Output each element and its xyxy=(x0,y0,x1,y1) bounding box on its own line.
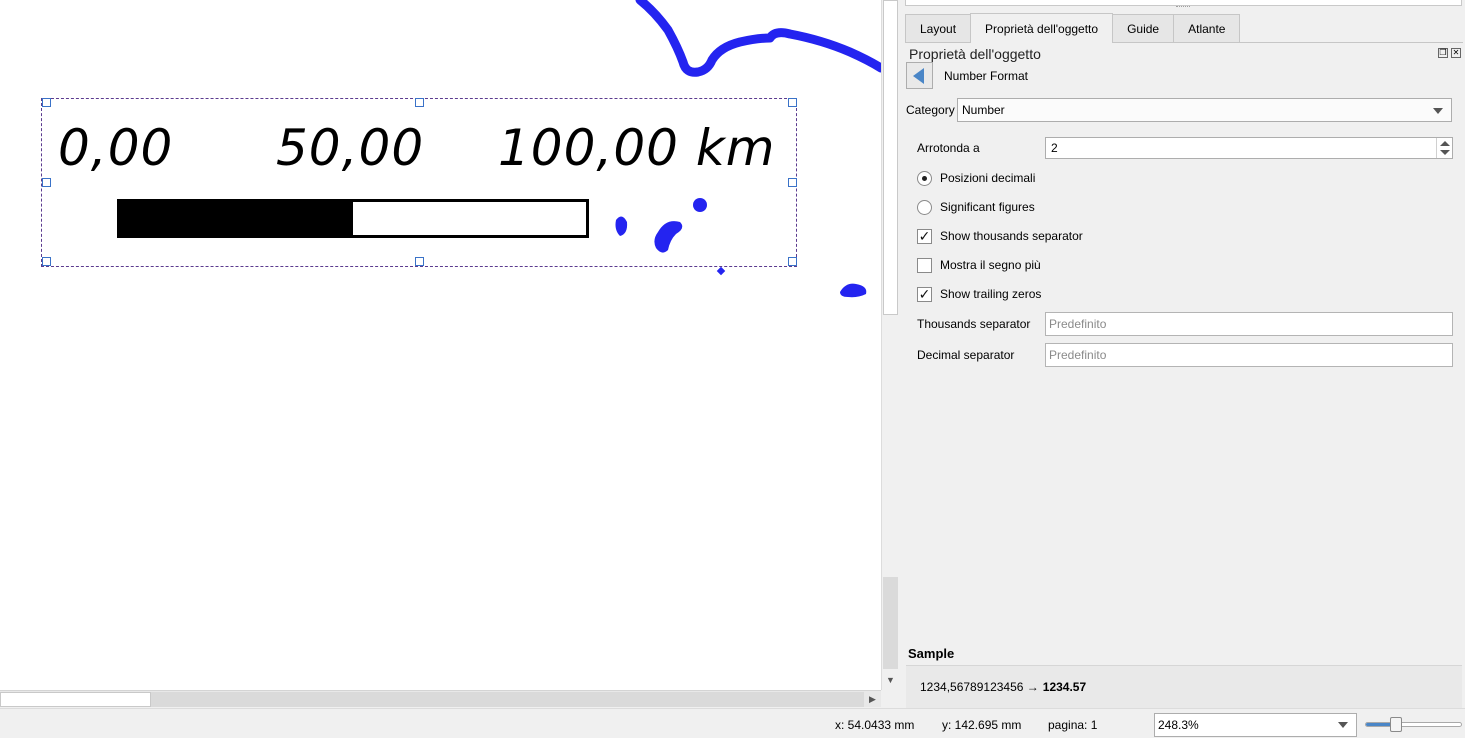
thousands-separator-input[interactable] xyxy=(1045,312,1453,336)
item-properties-panel: Layout Proprietà dell'oggetto Guide Atla… xyxy=(898,0,1465,708)
tab-layout[interactable]: Layout xyxy=(905,14,972,43)
scroll-down-arrow-icon[interactable]: ▼ xyxy=(882,670,899,690)
dock-grip-icon[interactable] xyxy=(1176,6,1190,10)
round-to-value: 2 xyxy=(1051,141,1058,155)
resize-handle[interactable] xyxy=(788,178,797,187)
horizontal-scroll-track[interactable] xyxy=(151,692,864,707)
back-arrow-icon xyxy=(913,67,924,84)
checkbox-thousands-label: Show thousands separator xyxy=(940,229,1083,243)
scalebar-label-start: 0,00 xyxy=(58,119,174,177)
scalebar-label-end: 100,00 km xyxy=(498,119,776,177)
panel-tabs: Layout Proprietà dell'oggetto Guide Atla… xyxy=(905,13,1241,43)
radio-decimal-label: Posizioni decimali xyxy=(940,171,1036,185)
checkbox-plus-label: Mostra il segno più xyxy=(940,258,1041,272)
zoom-value: 248.3% xyxy=(1158,718,1199,732)
resize-handle[interactable] xyxy=(415,98,424,107)
island-feature xyxy=(840,283,867,298)
category-label: Category xyxy=(906,103,955,117)
close-panel-icon[interactable]: ✕ xyxy=(1451,48,1461,58)
vertical-scroll-track[interactable] xyxy=(883,577,898,669)
category-value: Number xyxy=(962,103,1005,117)
resize-handle[interactable] xyxy=(788,257,797,266)
round-to-label: Arrotonda a xyxy=(917,141,980,155)
coastline-feature xyxy=(635,0,881,77)
back-button[interactable] xyxy=(906,62,933,89)
radio-significant-indicator[interactable] xyxy=(917,199,932,215)
page-readout: pagina: 1 xyxy=(1048,718,1098,732)
spin-up-icon[interactable] xyxy=(1440,141,1450,146)
resize-handle[interactable] xyxy=(42,98,51,107)
chevron-down-icon xyxy=(1338,722,1348,728)
checkbox-trailing-indicator[interactable]: ✓ xyxy=(917,286,932,302)
zoom-combobox[interactable]: 248.3% xyxy=(1154,713,1357,737)
cursor-y-readout: y: 142.695 mm xyxy=(942,718,1022,732)
resize-handle[interactable] xyxy=(415,257,424,266)
horizontal-scroll-thumb[interactable] xyxy=(0,692,151,707)
sample-result: 1234.57 xyxy=(1042,680,1087,694)
radio-decimal-indicator[interactable] xyxy=(917,170,932,186)
vertical-scrollbar[interactable]: ▼ xyxy=(881,0,898,690)
sample-preview: 1234,56789123456 → 1234.57 xyxy=(906,665,1462,708)
resize-handle[interactable] xyxy=(42,178,51,187)
number-format-title: Number Format xyxy=(944,69,1029,83)
checkbox-thousands-indicator[interactable]: ✓ xyxy=(917,228,932,244)
checkbox-thousands-separator[interactable]: ✓ Show thousands separator xyxy=(917,227,1083,245)
checkbox-plus-indicator[interactable] xyxy=(917,257,932,273)
resize-handle[interactable] xyxy=(42,257,51,266)
island-feature xyxy=(716,266,726,276)
checkbox-trailing-label: Show trailing zeros xyxy=(940,287,1042,301)
sample-input: 1234,56789123456 → xyxy=(920,680,1039,694)
round-to-spinbox[interactable]: 2 xyxy=(1045,137,1453,159)
radio-significant-figures[interactable]: Significant figures xyxy=(917,198,1035,216)
decimal-separator-input[interactable] xyxy=(1045,343,1453,367)
tab-atlas[interactable]: Atlante xyxy=(1173,14,1241,43)
horizontal-scrollbar[interactable]: ▶ xyxy=(0,690,881,707)
vertical-scroll-thumb[interactable] xyxy=(883,0,898,315)
cursor-x-readout: x: 54.0433 mm xyxy=(835,718,915,732)
status-bar: x: 54.0433 mm y: 142.695 mm pagina: 1 24… xyxy=(0,708,1465,738)
panel-title: Proprietà dell'oggetto xyxy=(909,46,1041,62)
spin-down-icon[interactable] xyxy=(1440,150,1450,155)
chevron-down-icon xyxy=(1433,108,1443,114)
resize-handle[interactable] xyxy=(788,98,797,107)
scalebar-bar xyxy=(117,199,589,238)
zoom-slider-handle[interactable] xyxy=(1390,717,1403,732)
scalebar-label-mid: 50,00 xyxy=(276,119,425,177)
layout-canvas[interactable]: 0,00 50,00 100,00 km xyxy=(0,0,881,690)
checkbox-plus-sign[interactable]: Mostra il segno più xyxy=(917,256,1041,274)
category-select[interactable]: Number xyxy=(957,98,1452,122)
decimal-separator-label: Decimal separator xyxy=(917,348,1015,362)
spin-buttons[interactable] xyxy=(1436,138,1452,158)
checkbox-trailing-zeros[interactable]: ✓ Show trailing zeros xyxy=(917,285,1041,303)
radio-significant-label: Significant figures xyxy=(940,200,1035,214)
scalebar-filled-segment xyxy=(120,202,353,235)
thousands-separator-label: Thousands separator xyxy=(917,317,1031,331)
float-panel-icon[interactable]: ❐ xyxy=(1438,48,1448,58)
sample-heading: Sample xyxy=(908,646,955,661)
tab-item-properties[interactable]: Proprietà dell'oggetto xyxy=(970,13,1114,43)
radio-decimal-places[interactable]: Posizioni decimali xyxy=(917,169,1035,187)
tab-guides[interactable]: Guide xyxy=(1112,14,1175,43)
scroll-right-arrow-icon[interactable]: ▶ xyxy=(864,691,881,708)
zoom-slider[interactable] xyxy=(1365,717,1462,732)
